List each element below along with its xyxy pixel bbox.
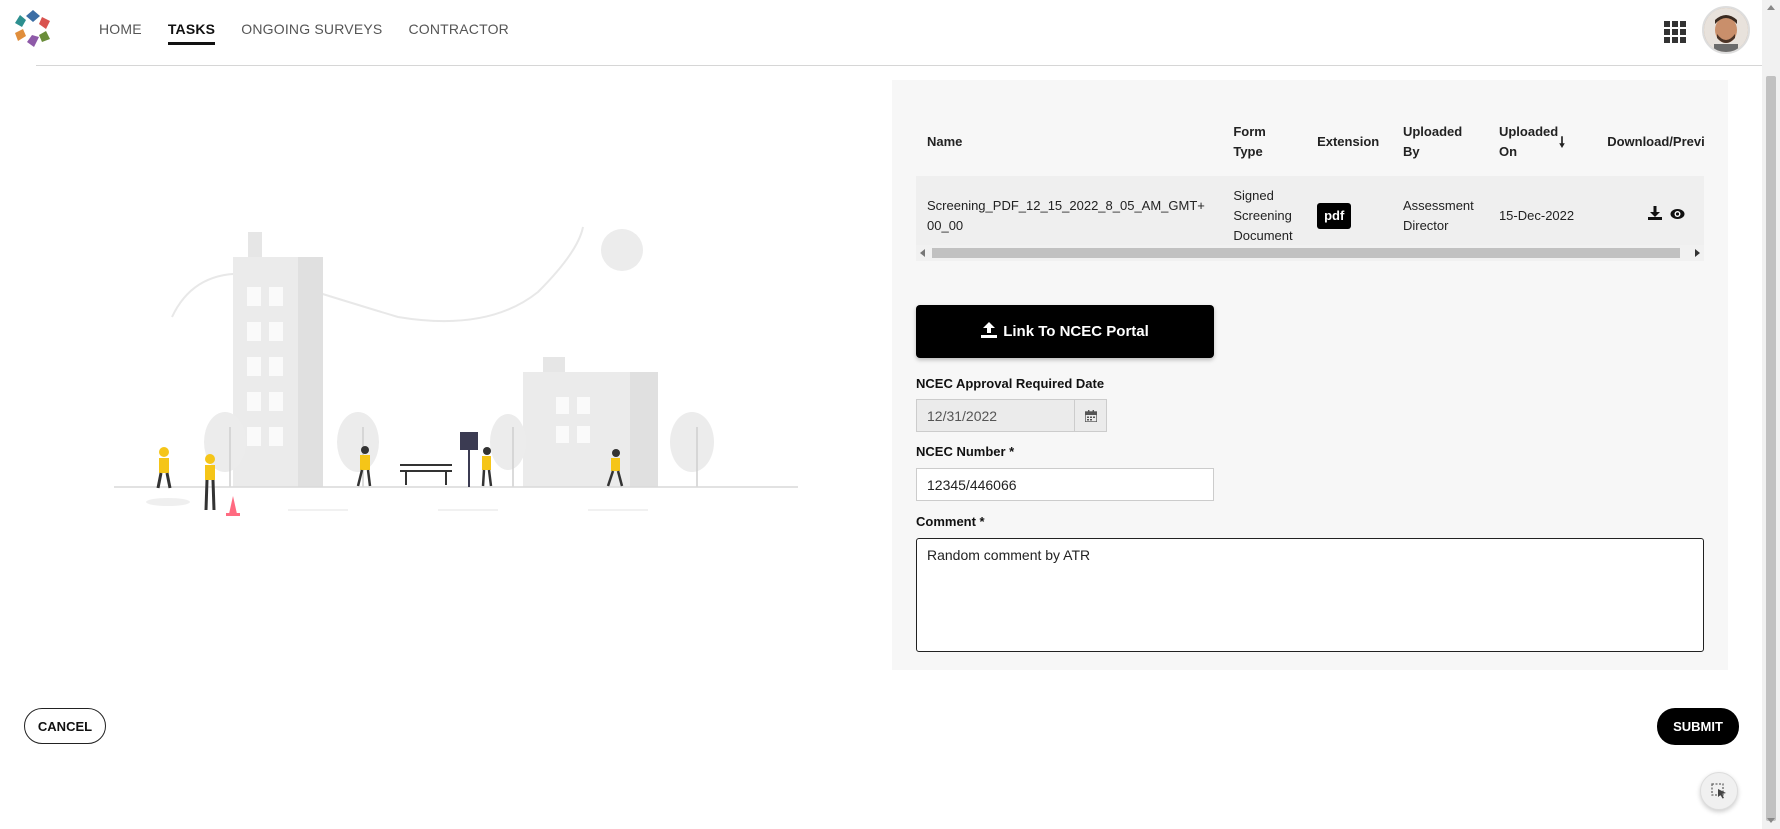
cell-uploaded-on: 15-Dec-2022 <box>1487 176 1597 248</box>
sort-desc-icon[interactable]: 🠗 <box>1559 134 1565 150</box>
table-horizontal-scrollbar[interactable] <box>916 245 1704 261</box>
comment-textarea[interactable]: Random comment by ATR <box>916 538 1704 652</box>
nav-home[interactable]: HOME <box>99 21 142 37</box>
page-scroll-thumb[interactable] <box>1766 76 1776 821</box>
page: HOME TASKS ONGOING SURVEYS CONTRACTOR Na… <box>0 0 1780 829</box>
pointer-select-icon[interactable] <box>1700 772 1738 810</box>
company-logo[interactable] <box>12 8 54 50</box>
cell-actions <box>1596 176 1704 248</box>
cancel-button[interactable]: CANCEL <box>24 708 106 744</box>
nav-contractor[interactable]: CONTRACTOR <box>408 21 509 37</box>
column-header-download-preview: Download/Preview <box>1607 134 1704 149</box>
submit-button[interactable]: SUBMIT <box>1657 708 1739 745</box>
ncec-number-input[interactable]: 12345/446066 <box>916 468 1214 501</box>
user-avatar[interactable] <box>1702 6 1750 54</box>
column-header-uploaded-on[interactable]: Uploaded On🠗 <box>1488 108 1596 176</box>
calendar-icon[interactable] <box>1074 399 1107 432</box>
city-illustration <box>114 226 798 516</box>
extension-badge: pdf <box>1317 203 1352 229</box>
table-header-row: Name Form Type Extension Uploaded By Upl… <box>916 108 1704 176</box>
page-vertical-scrollbar[interactable] <box>1762 0 1780 829</box>
download-icon[interactable] <box>1647 206 1662 226</box>
eye-icon[interactable] <box>1670 206 1685 226</box>
scroll-down-icon[interactable] <box>1767 818 1775 823</box>
main-nav: HOME TASKS ONGOING SURVEYS CONTRACTOR <box>86 0 522 58</box>
header-divider <box>36 65 1762 66</box>
cell-form-type: Signed Screening Document <box>1222 176 1307 248</box>
column-header-form-type[interactable]: Form Type <box>1222 108 1306 176</box>
column-header-uploaded-on-label: Uploaded On <box>1498 124 1559 159</box>
details-panel: Name Form Type Extension Uploaded By Upl… <box>892 80 1728 670</box>
column-header-uploaded-by[interactable]: Uploaded By <box>1392 108 1488 176</box>
nav-tasks[interactable]: TASKS <box>167 21 216 45</box>
cell-file-name: Screening_PDF_12_15_2022_8_05_AM_GMT+00_… <box>916 176 1223 248</box>
scroll-left-icon[interactable] <box>920 249 925 257</box>
files-table: Name Form Type Extension Uploaded By Upl… <box>916 108 1704 248</box>
scroll-thumb[interactable] <box>932 248 1680 258</box>
scroll-up-icon[interactable] <box>1767 5 1775 10</box>
approval-date-label: NCEC Approval Required Date <box>916 376 1105 391</box>
upload-icon <box>981 321 998 342</box>
ncec-number-label: NCEC Number * <box>916 444 1015 459</box>
link-to-ncec-portal-button[interactable]: Link To NCEC Portal <box>916 305 1214 358</box>
link-button-label: Link To NCEC Portal <box>1003 323 1149 340</box>
table-row: Screening_PDF_12_15_2022_8_05_AM_GMT+00_… <box>916 176 1704 248</box>
comment-label: Comment * <box>916 514 985 529</box>
cell-uploaded-by: Assessment Director <box>1391 176 1488 248</box>
nav-ongoing-surveys[interactable]: ONGOING SURVEYS <box>241 21 382 37</box>
scroll-right-icon[interactable] <box>1695 249 1700 257</box>
top-header: HOME TASKS ONGOING SURVEYS CONTRACTOR <box>0 0 1762 66</box>
grid-icon[interactable] <box>1664 21 1686 43</box>
approval-date-field[interactable]: 12/31/2022 <box>916 399 1074 432</box>
column-header-extension[interactable]: Extension <box>1306 108 1392 176</box>
column-header-name[interactable]: Name <box>916 108 1222 176</box>
files-table-container: Name Form Type Extension Uploaded By Upl… <box>916 108 1704 248</box>
cell-extension: pdf <box>1306 176 1392 248</box>
